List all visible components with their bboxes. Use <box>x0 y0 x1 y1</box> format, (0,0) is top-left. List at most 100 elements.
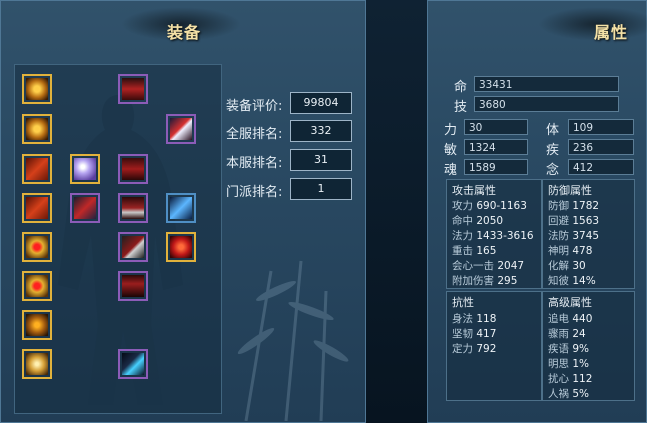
stat-label: 本服排名: <box>226 156 283 171</box>
equip-slot-boots[interactable] <box>118 349 148 379</box>
equip-slot-ornament-2[interactable] <box>22 349 52 379</box>
life-label: 命 <box>454 80 468 95</box>
base-stat-label: 念 <box>546 163 560 178</box>
attr-line: 坚韧 417 <box>452 326 496 341</box>
attr-name: 坚韧 <box>452 328 473 340</box>
red-talisman-icon <box>26 158 48 180</box>
attribute-title: 属性 <box>594 23 629 42</box>
blue-crystal-weapon-icon <box>170 197 192 219</box>
red-gem-amulet-icon <box>26 275 48 297</box>
stat-label: 装备评价: <box>226 99 283 114</box>
attr-value: 14% <box>572 275 596 287</box>
equip-slot-talisman-1[interactable] <box>22 154 52 184</box>
attr-name: 攻力 <box>452 200 473 212</box>
attr-name: 附加伤害 <box>452 275 494 287</box>
base-stat-value: 236 <box>568 139 634 155</box>
skill-value: 3680 <box>474 96 619 112</box>
attr-name: 法力 <box>452 230 473 242</box>
attr-name: 人祸 <box>548 388 569 400</box>
equip-slot-orb[interactable] <box>166 232 196 262</box>
attr-name: 法防 <box>548 230 569 242</box>
attr-line: 法防 3745 <box>548 228 599 243</box>
equip-slot-ornament-1[interactable] <box>22 310 52 340</box>
attack-attributes-group: 攻击属性 攻力 690-1163 命中 2050 法力 1433-3616 重击… <box>446 179 542 289</box>
group-title: 抗性 <box>452 296 474 309</box>
attr-line: 会心一击 2047 <box>452 258 524 273</box>
purple-crystal-icon <box>74 158 96 180</box>
attr-line: 扰心 112 <box>548 371 592 386</box>
red-talisman-icon <box>26 197 48 219</box>
red-armor-helm-icon <box>122 78 144 100</box>
base-stat-label: 魂 <box>444 163 458 178</box>
attr-line: 明思 1% <box>548 356 589 371</box>
attr-line: 附加伤害 295 <box>452 273 517 288</box>
attr-value: 295 <box>497 275 518 287</box>
attr-name: 化解 <box>548 260 569 272</box>
attr-line: 身法 118 <box>452 311 496 326</box>
attribute-panel: 属性 命 33431 技 3680 力 30 体 109 敏 1324 疾 23… <box>427 0 647 423</box>
attr-value: 792 <box>476 343 497 355</box>
red-gauntlet-icon <box>122 236 144 258</box>
attr-value: 440 <box>572 313 593 325</box>
red-bracer-icon <box>74 197 96 219</box>
equip-slot-crystal[interactable] <box>70 154 100 184</box>
equip-slot-bracer[interactable] <box>70 193 100 223</box>
equipment-panel: 装备 装备评价: 99804 全服排名: 332 本服排名: 31 门派排名: … <box>0 0 366 423</box>
equip-slot-chest[interactable] <box>118 154 148 184</box>
equip-slot-secondary[interactable] <box>166 193 196 223</box>
stat-label: 全服排名: <box>226 127 283 142</box>
red-gem-amulet-icon <box>26 236 48 258</box>
advanced-attributes-group: 高级属性 追电 440 骤雨 24 疾语 9% 明思 1% 扰心 112 人祸 … <box>542 291 635 401</box>
attr-value: 478 <box>572 245 593 257</box>
stat-value: 99804 <box>290 92 352 114</box>
equip-slot-weapon[interactable] <box>166 114 196 144</box>
attr-name: 扰心 <box>548 373 569 385</box>
group-title: 高级属性 <box>548 296 592 309</box>
equip-slot-helm[interactable] <box>118 74 148 104</box>
attr-line: 法力 1433-3616 <box>452 228 534 243</box>
red-sword-weapon-icon <box>170 118 192 140</box>
group-title: 攻击属性 <box>452 184 496 197</box>
attr-name: 重击 <box>452 245 473 257</box>
attr-name: 骤雨 <box>548 328 569 340</box>
base-stat-value: 412 <box>568 159 634 175</box>
bamboo-decoration <box>237 260 349 421</box>
stat-label: 门派排名: <box>226 185 283 200</box>
attr-value: 2050 <box>476 215 504 227</box>
attr-value: 3745 <box>572 230 600 242</box>
stat-value: 332 <box>290 120 352 142</box>
equip-slot-gauntlet[interactable] <box>118 232 148 262</box>
equip-slot-amulet-2[interactable] <box>22 114 52 144</box>
attr-line: 追电 440 <box>548 311 592 326</box>
attr-value: 165 <box>476 245 497 257</box>
base-stat-value: 1324 <box>464 139 528 155</box>
equip-slot-ring-1[interactable] <box>22 232 52 262</box>
red-leggings-icon <box>122 275 144 297</box>
gold-dragon-ring-icon <box>26 314 48 336</box>
attr-value: 1433-3616 <box>476 230 534 242</box>
equip-slot-talisman-2[interactable] <box>22 193 52 223</box>
attr-name: 知彼 <box>548 275 569 287</box>
red-orb-gem-icon <box>170 236 192 258</box>
base-stat-value: 109 <box>568 119 634 135</box>
base-stat-label: 疾 <box>546 143 560 158</box>
equip-slot-shoulder[interactable] <box>118 193 148 223</box>
attr-name: 回避 <box>548 215 569 227</box>
attr-name: 会心一击 <box>452 260 494 272</box>
base-stat-label: 力 <box>444 123 458 138</box>
attr-name: 疾语 <box>548 343 569 355</box>
attribute-header: 属性 <box>428 1 647 57</box>
stat-value: 31 <box>290 149 352 171</box>
attr-line: 重击 165 <box>452 243 496 258</box>
life-value: 33431 <box>474 76 619 92</box>
resistance-attributes-group: 抗性 身法 118 坚韧 417 定力 792 <box>446 291 542 401</box>
equip-slot-ring-2[interactable] <box>22 271 52 301</box>
attr-name: 定力 <box>452 343 473 355</box>
attr-name: 追电 <box>548 313 569 325</box>
attr-line: 疾语 9% <box>548 341 589 356</box>
equip-slot-amulet-1[interactable] <box>22 74 52 104</box>
base-stat-label: 敏 <box>444 143 458 158</box>
attr-value: 112 <box>572 373 593 385</box>
equip-slot-leggings[interactable] <box>118 271 148 301</box>
attr-line: 回避 1563 <box>548 213 599 228</box>
